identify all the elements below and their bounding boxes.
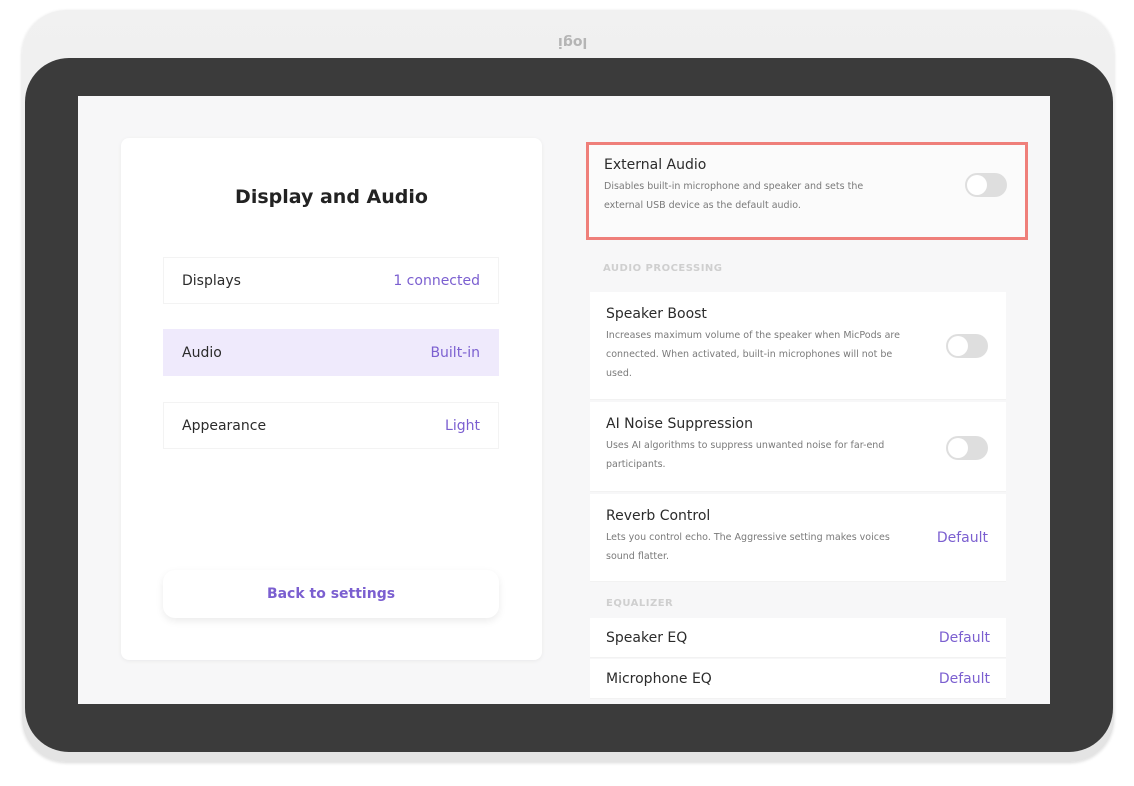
nav-value: Light: [445, 417, 480, 434]
screen: Display and Audio Displays 1 connected Au…: [78, 96, 1050, 704]
section-header: EQUALIZER: [606, 598, 674, 609]
setting-title: Reverb Control: [606, 508, 711, 524]
setting-title: Speaker Boost: [606, 306, 707, 322]
nav-value: Built-in: [430, 344, 480, 361]
speaker-eq-setting[interactable]: Speaker EQ Default: [590, 618, 1006, 658]
setting-desc: Disables built-in microphone and speaker…: [604, 181, 864, 211]
setting-title: Speaker EQ: [606, 629, 688, 646]
setting-value: Default: [938, 629, 990, 646]
section-header: AUDIO PROCESSING: [603, 263, 723, 274]
nav-label: Audio: [182, 344, 222, 361]
nav-item-audio[interactable]: Audio Built-in: [163, 329, 499, 376]
device-logo: logi: [558, 34, 588, 50]
microphone-eq-setting[interactable]: Microphone EQ Default: [590, 659, 1006, 699]
page-title: Display and Audio: [235, 186, 428, 208]
nav-item-appearance[interactable]: Appearance Light: [163, 402, 499, 449]
setting-desc: Uses AI algorithms to suppress unwanted …: [606, 440, 885, 470]
reverb-value: Default: [936, 530, 988, 546]
external-audio-setting: External Audio Disables built-in microph…: [586, 142, 1028, 240]
setting-desc: Lets you control echo. The Aggressive se…: [606, 532, 890, 562]
setting-title: Microphone EQ: [606, 670, 712, 687]
noise-suppression-toggle[interactable]: [946, 436, 988, 460]
reverb-control-setting[interactable]: Reverb Control Lets you control echo. Th…: [590, 494, 1006, 582]
speaker-boost-toggle[interactable]: [946, 334, 988, 358]
settings-nav-card: Display and Audio Displays 1 connected Au…: [121, 138, 542, 660]
setting-title: AI Noise Suppression: [606, 416, 753, 432]
nav-label: Displays: [182, 272, 241, 289]
nav-label: Appearance: [182, 417, 267, 434]
nav-item-displays[interactable]: Displays 1 connected: [163, 257, 499, 304]
external-audio-toggle[interactable]: [965, 173, 1007, 197]
setting-desc: Increases maximum volume of the speaker …: [606, 330, 900, 379]
setting-value: Default: [938, 670, 990, 687]
speaker-boost-setting: Speaker Boost Increases maximum volume o…: [590, 292, 1006, 400]
back-to-settings-button[interactable]: Back to settings: [163, 570, 499, 618]
noise-suppression-setting: AI Noise Suppression Uses AI algorithms …: [590, 402, 1006, 492]
nav-value: 1 connected: [393, 272, 480, 289]
setting-title: External Audio: [604, 157, 707, 173]
